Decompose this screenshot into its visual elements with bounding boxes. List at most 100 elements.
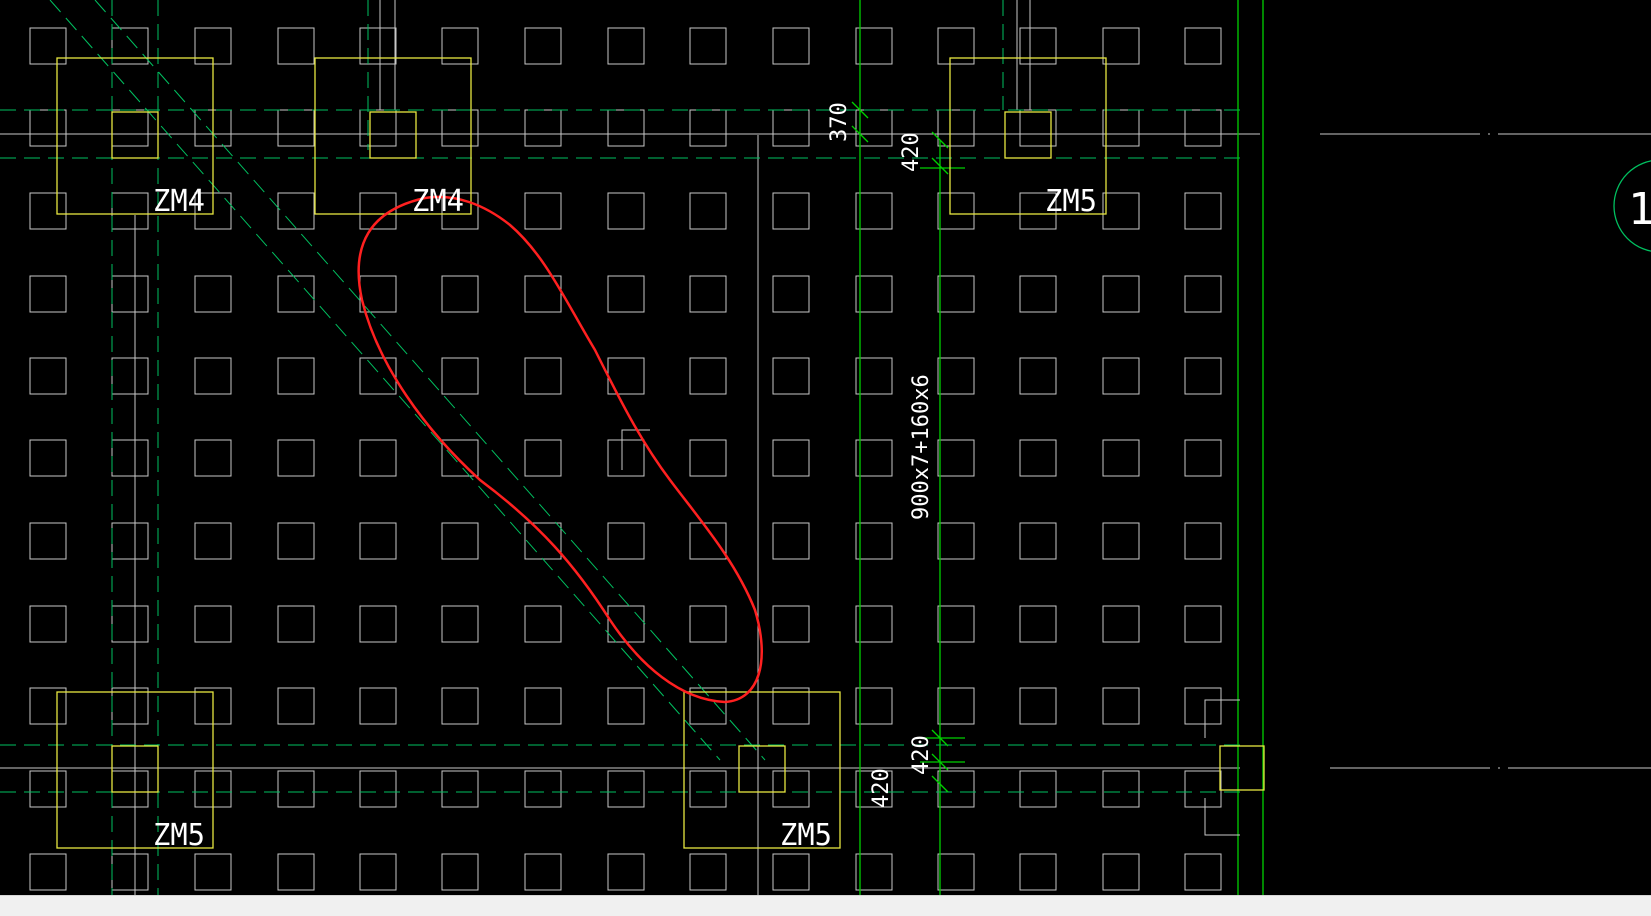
grid-cell [772,605,810,643]
column-outline [369,111,417,159]
red-highlight-markup[interactable] [357,195,763,704]
grid-cell [277,109,315,147]
grid-cell [111,522,149,560]
grid-cell [29,109,67,147]
grid-cell [1102,109,1140,147]
grid-cell [277,522,315,560]
grid-cell [277,770,315,808]
dimension-label-420: 420 [899,132,924,172]
diagonal-axis-line [49,0,721,761]
grid-cell [441,853,479,891]
grid-cell [359,109,397,147]
grid-cell [607,853,645,891]
grid-cell [111,770,149,808]
grid-cell [524,687,562,725]
grid-cell [359,357,397,395]
grid-cell [359,853,397,891]
grid-cell [689,439,727,477]
grid-cell [1102,275,1140,313]
grid-cell [937,853,975,891]
grid-cell [111,605,149,643]
grid-cell [607,439,645,477]
axis-bubble[interactable]: 1 [1613,160,1651,252]
grid-cell [194,522,232,560]
grid-cell [277,357,315,395]
dimension-label-370: 370 [827,102,852,142]
grid-cell [772,275,810,313]
grid-cell [111,357,149,395]
cad-drawing-canvas[interactable]: ZM4 ZM4 ZM5 ZM5 ZM5 370 420 900x7+160x6 … [0,0,1651,895]
grid-cell [1102,770,1140,808]
grid-cell [359,605,397,643]
grid-cell [194,605,232,643]
grid-cell [772,687,810,725]
grid-cell [111,853,149,891]
grid-cell [772,192,810,230]
pile-cap-label-zm5-top-right: ZM5 [1045,184,1097,219]
grid-cell [1102,27,1140,65]
grid-cell [1184,853,1222,891]
grid-cell [689,27,727,65]
dimension-label-420: 420 [909,735,934,775]
grid-cell [689,275,727,313]
grid-cell [524,853,562,891]
grid-cell [29,687,67,725]
grid-cell [441,770,479,808]
grid-cell [111,192,149,230]
grid-cell [359,687,397,725]
dimension-labels: 370 420 900x7+160x6 420 420 [827,102,934,808]
grid-cell [524,192,562,230]
status-bar [0,895,1651,916]
grid-cell [607,192,645,230]
grid-cell [111,439,149,477]
pile-cap-label-zm4-top-left: ZM4 [153,184,205,219]
grid-cell [772,27,810,65]
grid-cell [607,522,645,560]
grid-cell [524,770,562,808]
pile-cap-label-zm5-bottom-left: ZM5 [153,818,205,853]
pile-caps-layer [56,57,1107,849]
grid-cell [1184,275,1222,313]
grid-cell [29,605,67,643]
grid-cell [937,687,975,725]
grid-cell [607,109,645,147]
grid-cell [277,605,315,643]
structural-lines [0,0,1651,895]
grid-cell [1019,770,1057,808]
grid-cell [937,605,975,643]
grid-cell [1019,357,1057,395]
grid-cell [1184,27,1222,65]
grid-cell [1102,192,1140,230]
grid-cell [1184,605,1222,643]
grid-cell [524,605,562,643]
grid-cell [937,770,975,808]
grid-cell [111,687,149,725]
grid-cell [524,439,562,477]
grid-cell [937,275,975,313]
grid-cell [772,109,810,147]
grid-cell [855,357,893,395]
grid-cell [524,357,562,395]
grid-cell [772,770,810,808]
axis-bubble-label: 1 [1628,184,1651,235]
grid-cell [29,770,67,808]
grid-cell [689,357,727,395]
grid-cell [1102,605,1140,643]
cad-drawing-viewport[interactable]: ZM4 ZM4 ZM5 ZM5 ZM5 370 420 900x7+160x6 … [0,0,1651,895]
grid-cell [1019,275,1057,313]
grid-cell [29,439,67,477]
grid-cell [772,439,810,477]
span-note-label: 900x7+160x6 [909,374,934,520]
dimension-label-420: 420 [869,768,894,808]
grid-cell [1019,439,1057,477]
grid-cell [1184,522,1222,560]
grid-cell [441,357,479,395]
column-outline [1004,111,1052,159]
grid-cell [855,275,893,313]
grid-cell [194,357,232,395]
grid-cell [1102,357,1140,395]
grid-cell [772,522,810,560]
grid-cell [1019,605,1057,643]
slab-grid-layer [29,27,1222,891]
grid-cell [111,109,149,147]
